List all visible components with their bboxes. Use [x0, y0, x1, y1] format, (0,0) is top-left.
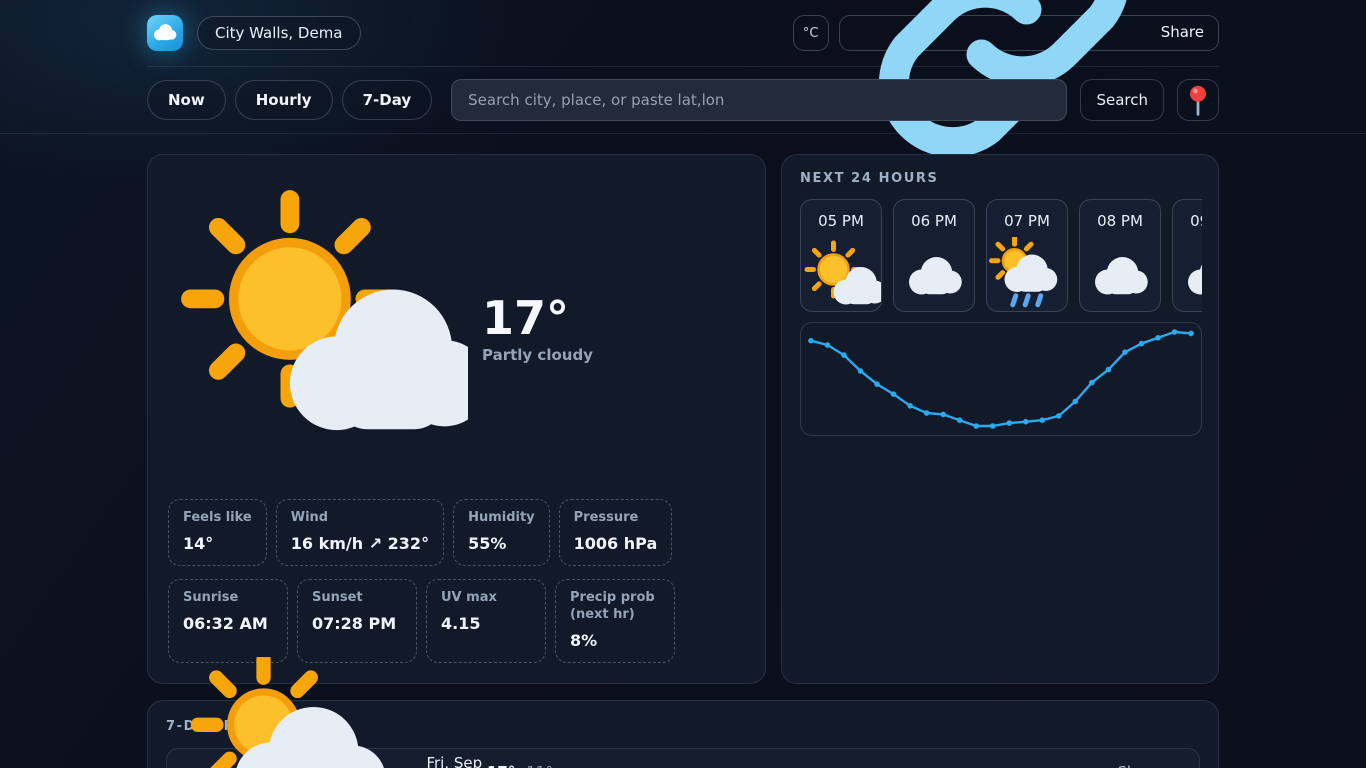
- stat-value: 1006 hPa: [574, 534, 658, 553]
- stat-value: 55%: [468, 534, 535, 553]
- stat-humidity: Humidity 55%: [453, 499, 550, 566]
- tab-now[interactable]: Now: [147, 80, 226, 120]
- stat-value: 16 km/h ↗ 232°: [291, 534, 429, 553]
- current-weather-icon: [168, 177, 468, 481]
- stat-label: Feels like: [183, 510, 252, 527]
- hourly-strip[interactable]: 05 PM 17° 15% 06 PM 16° 8% 07 PM 16° 3%: [800, 199, 1202, 312]
- hour-weather-icon: [1080, 237, 1160, 312]
- stat-value: 07:28 PM: [312, 614, 402, 633]
- tab-hourly[interactable]: Hourly: [235, 80, 333, 120]
- hourly-temp-chart[interactable]: [800, 322, 1202, 436]
- forecast-list: Fri, Sep 12 17° 11° Showers Sat, Sep 13 …: [166, 748, 1200, 768]
- cloud-logo-icon: [147, 14, 183, 53]
- hour-weather-icon: [894, 237, 974, 312]
- hour-weather-icon: [987, 237, 1067, 312]
- stat-value: 14°: [183, 534, 252, 553]
- stat-label: UV max: [441, 590, 531, 607]
- hour-time: 07 PM: [987, 212, 1067, 230]
- stat-label: Humidity: [468, 510, 535, 527]
- search-button[interactable]: Search: [1080, 79, 1164, 121]
- hour-card[interactable]: 07 PM 16° 3%: [986, 199, 1068, 312]
- stat-label: Precip prob (next hr): [570, 590, 660, 624]
- day-condition: Showers: [1117, 763, 1181, 768]
- current-condition-label: Partly cloudy: [482, 346, 593, 364]
- stat-pressure: Pressure 1006 hPa: [559, 499, 673, 566]
- hour-card[interactable]: 09 PM 15° 0%: [1172, 199, 1202, 312]
- current-temperature: 17°: [482, 294, 593, 342]
- day-low-temp: 11°: [526, 763, 553, 768]
- stat-label: Sunset: [312, 590, 402, 607]
- next-24-hours-card: NEXT 24 HOURS 05 PM 17° 15% 06 PM 16° 8%…: [781, 154, 1219, 684]
- stat-label: Pressure: [574, 510, 658, 527]
- app-header: City Walls, Dema °C Share: [0, 0, 1366, 67]
- hour-card[interactable]: 06 PM 16° 8%: [893, 199, 975, 312]
- hour-card[interactable]: 05 PM 17° 15%: [800, 199, 882, 312]
- share-button-label: Share: [1161, 23, 1204, 41]
- locate-button[interactable]: [1177, 79, 1219, 121]
- next-24-hours-title: NEXT 24 HOURS: [800, 171, 1200, 186]
- stat-feels-like: Feels like 14°: [168, 499, 267, 566]
- hour-time: 06 PM: [894, 212, 974, 230]
- day-high-temp: 17°: [487, 763, 515, 768]
- stat-sunrise: Sunrise 06:32 AM: [168, 579, 288, 663]
- main-content: 17° Partly cloudy Feels like 14° Wind 16…: [133, 154, 1233, 768]
- stat-value: 4.15: [441, 614, 531, 633]
- stat-precip-prob: Precip prob (next hr) 8%: [555, 579, 675, 663]
- search-input[interactable]: [451, 79, 1067, 121]
- current-stats-row-1: Feels like 14° Wind 16 km/h ↗ 232° Humid…: [168, 499, 745, 566]
- stat-value: 06:32 AM: [183, 614, 273, 633]
- share-button[interactable]: Share: [839, 15, 1219, 51]
- stat-wind: Wind 16 km/h ↗ 232°: [276, 499, 444, 566]
- stat-uv-max: UV max 4.15: [426, 579, 546, 663]
- tab-7day[interactable]: 7-Day: [342, 80, 433, 120]
- unit-toggle-button[interactable]: °C: [793, 15, 829, 51]
- hour-weather-icon: [801, 237, 881, 312]
- app-logo-button[interactable]: [147, 15, 183, 51]
- day-weather-icon: [185, 722, 409, 768]
- hour-card[interactable]: 08 PM 15° 0%: [1079, 199, 1161, 312]
- seven-day-forecast-card: 7-DAY FORECAST Fri, Sep 12 17° 11° Showe…: [147, 700, 1219, 768]
- pushpin-icon: [1178, 80, 1218, 120]
- hour-weather-icon: [1173, 237, 1202, 312]
- stat-label: Sunrise: [183, 590, 273, 607]
- stat-value: 8%: [570, 631, 660, 650]
- hour-time: 08 PM: [1080, 212, 1160, 230]
- current-stats-row-2: Sunrise 06:32 AM Sunset 07:28 PM UV max …: [168, 579, 745, 663]
- current-conditions-card: 17° Partly cloudy Feels like 14° Wind 16…: [147, 154, 766, 684]
- hour-time: 09 PM: [1173, 212, 1202, 230]
- location-chip[interactable]: City Walls, Dema: [197, 16, 361, 50]
- stat-label: Wind: [291, 510, 429, 527]
- stat-sunset: Sunset 07:28 PM: [297, 579, 417, 663]
- hour-time: 05 PM: [801, 212, 881, 230]
